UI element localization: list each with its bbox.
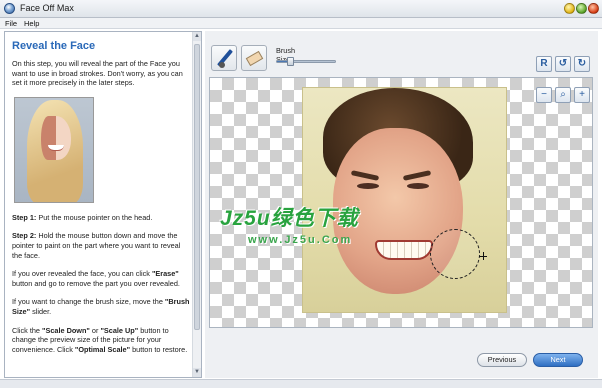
scale-down-button[interactable]: − bbox=[536, 87, 552, 103]
menu-help[interactable]: Help bbox=[24, 19, 39, 28]
minimize-button[interactable] bbox=[564, 3, 575, 14]
menu-file[interactable]: File bbox=[5, 19, 17, 28]
scrollbar-thumb[interactable] bbox=[194, 44, 200, 330]
close-button[interactable] bbox=[588, 3, 599, 14]
menu-bar: File Help bbox=[0, 18, 602, 29]
status-bar bbox=[0, 379, 602, 388]
previous-button[interactable]: Previous bbox=[477, 353, 527, 367]
watermark-url: www.Jz5u.Com bbox=[248, 234, 353, 246]
app-icon bbox=[4, 3, 15, 14]
brush-size-slider-thumb[interactable] bbox=[287, 57, 294, 66]
rotate-left-button[interactable]: ↺ bbox=[555, 56, 571, 72]
brush-cursor-circle bbox=[430, 229, 480, 279]
panel-heading: Reveal the Face bbox=[12, 40, 96, 52]
brush-size-slider[interactable] bbox=[276, 57, 336, 66]
step1-text: Step 1: Put the mouse pointer on the hea… bbox=[12, 212, 153, 222]
scale-up-button[interactable]: + bbox=[574, 87, 590, 103]
sample-image bbox=[14, 96, 94, 203]
brush-help-text: If you want to change the brush size, mo… bbox=[12, 297, 190, 316]
instructions-panel: Reveal the Face On this step, you will r… bbox=[4, 31, 202, 378]
step2-text: Step 2: Hold the mouse button down and m… bbox=[12, 231, 181, 260]
instructions-content: Reveal the Face On this step, you will r… bbox=[12, 40, 190, 363]
watermark-text: Jz5u绿色下载 bbox=[220, 207, 359, 230]
rotate-right-button[interactable]: ↻ bbox=[574, 56, 590, 72]
erase-help-text: If you over revealed the face, you can c… bbox=[12, 269, 180, 288]
instructions-scrollbar[interactable]: ▲ ▼ bbox=[192, 32, 201, 377]
intro-text: On this step, you will reveal the part o… bbox=[12, 59, 183, 88]
reset-rotation-button[interactable]: R bbox=[536, 56, 552, 72]
editor-panel: Brush Size R ↺ ↻ Jz5u绿色下载 www.Jz5u.Com −… bbox=[205, 31, 598, 378]
window-title: Face Off Max bbox=[20, 3, 74, 13]
scroll-down-arrow-icon[interactable]: ▼ bbox=[193, 368, 201, 377]
optimal-scale-button[interactable]: ⌕ bbox=[555, 87, 571, 103]
title-bar: Face Off Max bbox=[0, 0, 602, 18]
face-photo[interactable] bbox=[302, 87, 507, 313]
next-button[interactable]: Next bbox=[533, 353, 583, 367]
eraser-button[interactable] bbox=[241, 45, 267, 71]
preview-canvas[interactable]: Jz5u绿色下载 www.Jz5u.Com bbox=[209, 77, 593, 328]
scroll-up-arrow-icon[interactable]: ▲ bbox=[193, 32, 201, 41]
eraser-icon bbox=[245, 50, 264, 67]
scale-help-text: Click the "Scale Down" or "Scale Up" but… bbox=[12, 325, 188, 354]
maximize-button[interactable] bbox=[576, 3, 587, 14]
brush-button[interactable] bbox=[211, 45, 237, 71]
